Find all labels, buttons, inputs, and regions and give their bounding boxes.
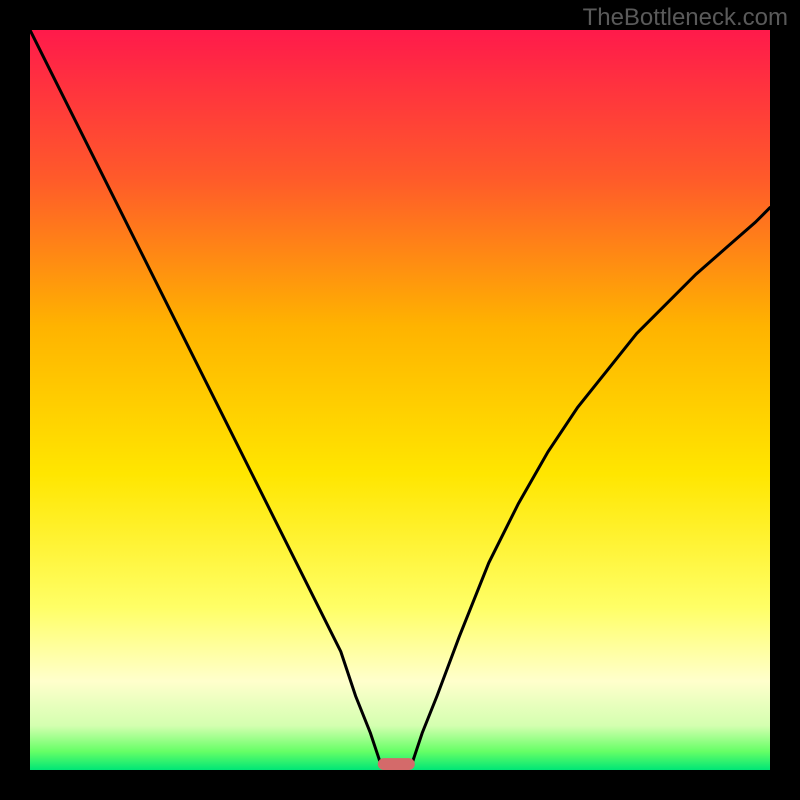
gradient-background [30, 30, 770, 770]
bottleneck-marker [378, 758, 415, 770]
chart-frame: TheBottleneck.com [0, 0, 800, 800]
plot-area [30, 30, 770, 770]
watermark-text: TheBottleneck.com [583, 4, 788, 32]
chart-svg [30, 30, 770, 770]
